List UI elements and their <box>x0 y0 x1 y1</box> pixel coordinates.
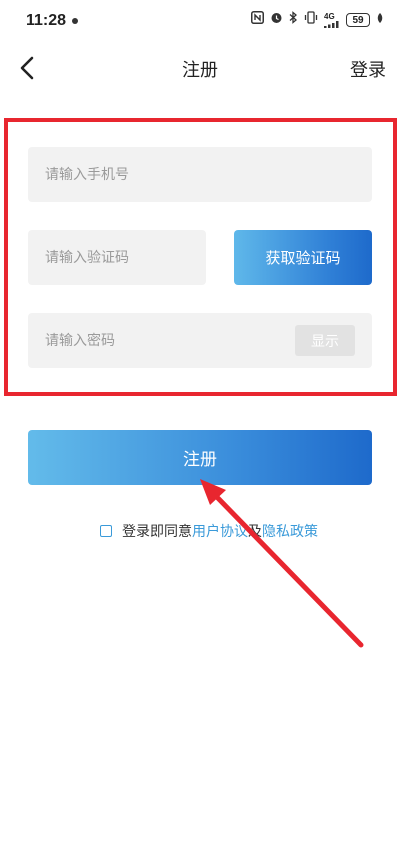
battery-icon: 59 <box>346 13 370 27</box>
nfc-icon <box>251 11 264 29</box>
signal-icon: 4G <box>324 11 340 28</box>
agreement-prefix: 登录即同意 <box>122 524 192 540</box>
leaf-icon <box>376 12 384 29</box>
user-agreement-link[interactable]: 用户协议 <box>192 521 248 541</box>
vibrate-icon <box>304 11 318 29</box>
register-button[interactable]: 注册 <box>28 430 372 485</box>
network-type: 4G <box>324 11 335 21</box>
annotation-highlight-box <box>4 118 397 396</box>
status-icons: 4G 59 <box>251 11 384 29</box>
alarm-icon <box>270 11 283 29</box>
login-link[interactable]: 登录 <box>350 56 386 82</box>
privacy-policy-link[interactable]: 隐私政策 <box>262 521 318 541</box>
page-title: 注册 <box>182 60 218 81</box>
notification-dot-icon <box>72 18 78 24</box>
agreement-conjunction: 及 <box>248 524 262 540</box>
agreement-checkbox[interactable] <box>100 525 112 537</box>
status-bar: 11:28 4G 59 <box>0 0 400 40</box>
nav-bar: 注册 登录 <box>0 44 400 92</box>
agreement-row: 登录即同意 用户协议 及 隐私政策 <box>100 521 318 541</box>
bluetooth-icon <box>289 11 298 29</box>
status-time: 11:28 <box>26 12 67 29</box>
